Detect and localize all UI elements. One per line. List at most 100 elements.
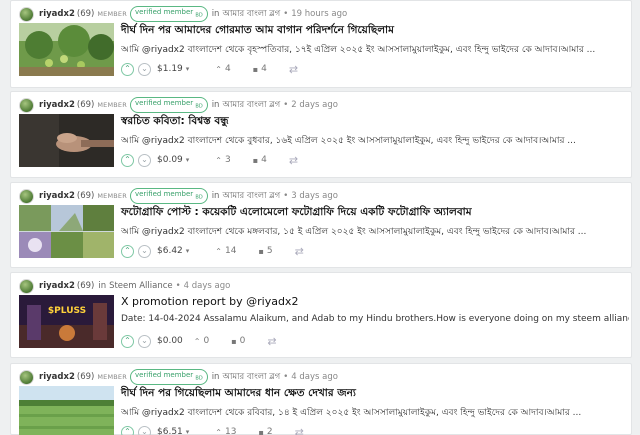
downvote-button[interactable]: ⌄ — [138, 244, 151, 258]
upvote-button[interactable]: ⌃ — [121, 244, 134, 258]
payout-value[interactable]: $0.00 — [157, 336, 183, 346]
role-label: MEMBER — [97, 101, 127, 109]
post-thumbnail[interactable] — [19, 114, 114, 167]
reputation: (69) — [76, 372, 95, 382]
payout-value[interactable]: $1.19 — [157, 64, 183, 74]
upvote-button[interactable]: ⌃ — [121, 153, 134, 167]
post-title[interactable]: স্বরচিত কবিতা: বিশ্বস্ত বন্ধু — [121, 114, 229, 131]
reputation: (69) — [76, 191, 95, 201]
badge-sub: BD — [195, 12, 203, 19]
comment-count[interactable]: ▪ 4 — [253, 64, 267, 74]
rice-field-image — [19, 386, 114, 435]
community-link[interactable]: Steem Alliance — [109, 281, 173, 291]
comments-number: 5 — [266, 246, 273, 256]
in-label: in — [211, 191, 220, 201]
post-thumbnail[interactable] — [19, 23, 114, 76]
author-link[interactable]: riyadx2 — [39, 9, 75, 19]
chevron-up-icon: ⌃ — [124, 64, 131, 73]
avatar[interactable] — [19, 278, 34, 294]
badge-sub: BD — [195, 194, 203, 201]
post-time[interactable]: 3 days ago — [291, 191, 338, 201]
post-excerpt[interactable]: আমি @riyadx2 বাংলাদেশ থেকে রবিবার, ১৪ ই … — [121, 405, 629, 420]
payout-value[interactable]: $6.42 — [157, 246, 183, 256]
resteem-icon[interactable]: ⇄ — [289, 154, 298, 167]
chevron-up-icon: ⌃ — [124, 155, 131, 164]
caret-down-icon[interactable]: ▾ — [186, 247, 190, 255]
avatar[interactable] — [19, 188, 34, 204]
upvote-button[interactable]: ⌃ — [121, 334, 134, 348]
post-excerpt[interactable]: আমি @riyadx2 বাংলাদেশ থেকে বুধবার, ১৬ই এ… — [121, 133, 629, 148]
thumbnail-text: $PLUSS — [48, 306, 86, 316]
post-thumbnail[interactable] — [19, 205, 114, 258]
comments-number: 4 — [261, 64, 267, 74]
chevron-down-icon: ⌄ — [141, 155, 148, 164]
post-time[interactable]: 2 days ago — [291, 100, 338, 110]
payout-value[interactable]: $0.09 — [157, 155, 183, 165]
role-label: MEMBER — [97, 192, 127, 200]
separator-dot: • — [283, 100, 289, 110]
resteem-icon[interactable]: ⇄ — [267, 335, 276, 348]
resteem-icon[interactable]: ⇄ — [295, 245, 304, 258]
chevron-down-icon: ⌄ — [141, 246, 148, 255]
comment-count[interactable]: ▪ 0 — [231, 336, 245, 346]
comment-count[interactable]: ▪ 2 — [258, 427, 272, 435]
post-title[interactable]: ফটোগ্রাফি পোস্ট : কয়েকটি এলোমেলো ফটোগ্র… — [121, 205, 472, 222]
downvote-button[interactable]: ⌄ — [138, 153, 151, 167]
vote-count[interactable]: ⌃ 3 — [215, 155, 230, 165]
votes-number: 3 — [224, 155, 231, 165]
downvote-button[interactable]: ⌄ — [138, 334, 151, 348]
vote-count[interactable]: ⌃ 4 — [215, 64, 230, 74]
upvote-button[interactable]: ⌃ — [121, 62, 134, 76]
chevron-down-icon: ⌄ — [141, 64, 148, 73]
comment-count[interactable]: ▪ 4 — [253, 155, 267, 165]
caret-down-icon[interactable]: ▾ — [186, 65, 190, 73]
community-link[interactable]: আমার বাংলা ব্লগ — [222, 7, 280, 21]
vote-count[interactable]: ⌃ 13 — [215, 427, 236, 435]
caret-down-icon[interactable]: ▾ — [186, 156, 190, 164]
author-link[interactable]: riyadx2 — [39, 372, 75, 382]
avatar[interactable] — [19, 369, 34, 385]
post-card: riyadx2 (69) MEMBER verified member BD i… — [10, 0, 632, 88]
post-header: riyadx2 (69) MEMBER verified member BD i… — [19, 5, 347, 23]
author-link[interactable]: riyadx2 — [39, 100, 75, 110]
caret-down-icon[interactable]: ▾ — [186, 428, 190, 435]
vote-count[interactable]: ⌃ 0 — [194, 336, 209, 346]
post-time[interactable]: 4 days ago — [291, 372, 338, 382]
vote-count[interactable]: ⌃ 14 — [215, 246, 236, 256]
post-excerpt[interactable]: আমি @riyadx2 বাংলাদেশ থেকে মঙ্গলবার, ১৫ … — [121, 224, 629, 239]
community-link[interactable]: আমার বাংলা ব্লগ — [222, 98, 280, 112]
comment-count[interactable]: ▪ 5 — [258, 246, 272, 256]
badge-sub: BD — [195, 103, 203, 110]
comment-icon: ▪ — [258, 246, 264, 256]
post-time[interactable]: 19 hours ago — [291, 9, 347, 19]
post-title[interactable]: দীর্ঘ দিন পর গিয়েছিলাম আমাদের ধান ক্ষেত… — [121, 386, 356, 403]
avatar[interactable] — [19, 6, 34, 22]
chevron-down-icon: ⌄ — [141, 427, 148, 435]
payout-value[interactable]: $6.51 — [157, 427, 183, 435]
post-thumbnail[interactable]: $PLUSS — [19, 295, 114, 348]
downvote-button[interactable]: ⌄ — [138, 62, 151, 76]
community-link[interactable]: আমার বাংলা ব্লগ — [222, 370, 280, 384]
avatar[interactable] — [19, 97, 34, 113]
badge-text: verified member — [134, 371, 194, 380]
post-time[interactable]: 4 days ago — [184, 281, 231, 291]
author-link[interactable]: riyadx2 — [39, 191, 75, 201]
post-excerpt[interactable]: আমি @riyadx2 বাংলাদেশ থেকে বৃহস্পতিবার, … — [121, 42, 629, 57]
post-thumbnail[interactable] — [19, 386, 114, 435]
author-link[interactable]: riyadx2 — [39, 281, 75, 291]
post-title[interactable]: X promotion report by @riyadx2 — [121, 295, 298, 308]
downvote-button[interactable]: ⌄ — [138, 425, 151, 435]
upvote-button[interactable]: ⌃ — [121, 425, 134, 435]
post-actions: ⌃ ⌄ $6.51 ▾ ⌃ 13 ▪ 2 ⇄ — [121, 424, 304, 435]
verified-badge: verified member BD — [129, 188, 208, 204]
post-excerpt[interactable]: Date: 14-04-2024 Assalamu Alaikum, and A… — [121, 314, 629, 324]
promotion-banner-image: $PLUSS — [19, 295, 114, 348]
votes-number: 14 — [224, 246, 237, 256]
resteem-icon[interactable]: ⇄ — [295, 426, 304, 435]
post-title[interactable]: দীর্ঘ দিন পর আমাদের গোরমাত আম বাগান পরিদ… — [121, 23, 394, 40]
post-actions: ⌃ ⌄ $6.42 ▾ ⌃ 14 ▪ 5 ⇄ — [121, 243, 304, 259]
community-link[interactable]: আমার বাংলা ব্লগ — [222, 189, 280, 203]
verified-badge: verified member BD — [129, 97, 208, 113]
comment-icon: ▪ — [231, 336, 237, 346]
resteem-icon[interactable]: ⇄ — [289, 63, 298, 76]
